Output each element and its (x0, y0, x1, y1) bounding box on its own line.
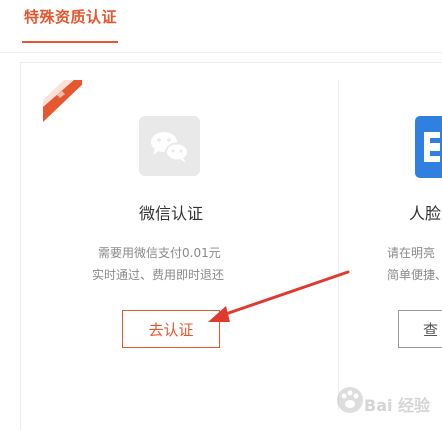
face-certify-button[interactable]: 查 (398, 310, 442, 348)
tab-active-indicator (22, 41, 118, 43)
card-description-line: 需要用微信支付0.01元 (98, 246, 221, 260)
card-title: 人脸 (409, 204, 442, 223)
tab-special-certification[interactable]: 特殊资质认证 (24, 6, 117, 27)
face-recognition-icon (415, 116, 442, 178)
paw-icon (337, 387, 363, 413)
wechat-certify-button[interactable]: 去认证 (122, 310, 220, 348)
card-description-line: 请在明亮 (387, 246, 436, 260)
card-description-line: 实时通过、费用即时退还 (92, 268, 225, 282)
card-title: 微信认证 (138, 204, 203, 223)
watermark: Bai 经验 (336, 382, 440, 424)
face-certification-card: 人脸 请在明亮 简单便捷、 查 (338, 80, 442, 410)
wechat-certification-card: 微信认证 需要用微信支付0.01元 实时通过、费用即时退还 去认证 (82, 80, 322, 410)
top-tab-bar: 特殊资质认证 (0, 0, 442, 53)
corner-ribbon-badge (43, 80, 87, 122)
wechat-icon (139, 116, 200, 176)
watermark-text: Bai 经验 (364, 396, 431, 415)
card-description-line: 简单便捷、 (387, 268, 442, 282)
